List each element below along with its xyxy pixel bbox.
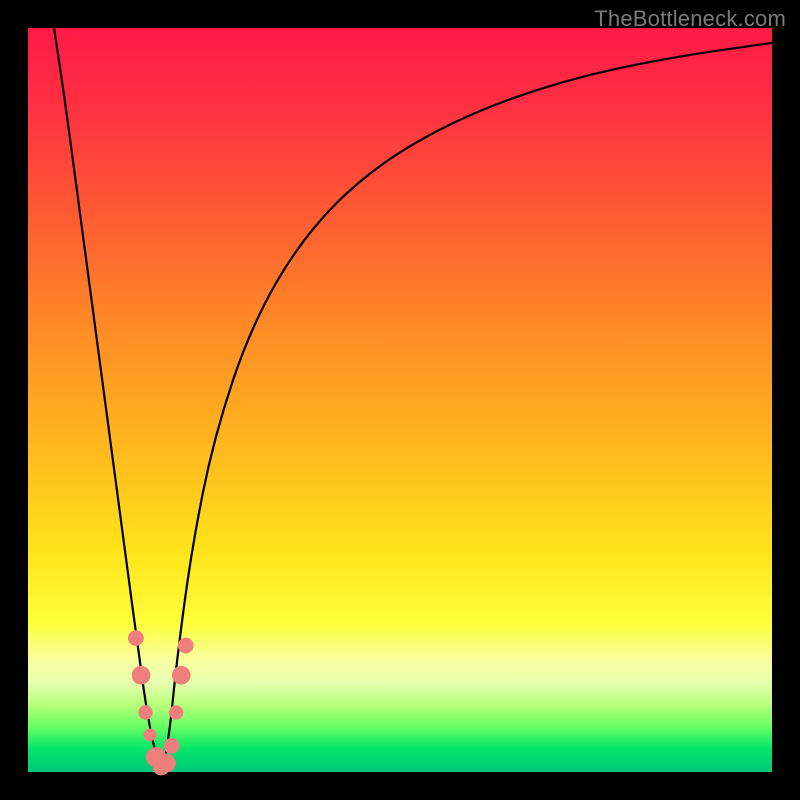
curve-marker	[164, 738, 180, 754]
curve-marker	[128, 630, 144, 646]
curve-marker	[169, 705, 183, 719]
curve-marker	[172, 666, 191, 685]
chart-svg	[28, 28, 772, 772]
curve-marker	[157, 754, 176, 773]
watermark-text: TheBottleneck.com	[594, 6, 786, 32]
curve-left-branch	[54, 28, 162, 772]
curve-marker	[132, 666, 151, 685]
plot-area	[28, 28, 772, 772]
curve-marker	[144, 728, 157, 741]
chart-frame: TheBottleneck.com	[0, 0, 800, 800]
curve-right-branch	[162, 43, 772, 772]
curve-marker	[138, 705, 152, 719]
curve-marker	[178, 638, 194, 654]
